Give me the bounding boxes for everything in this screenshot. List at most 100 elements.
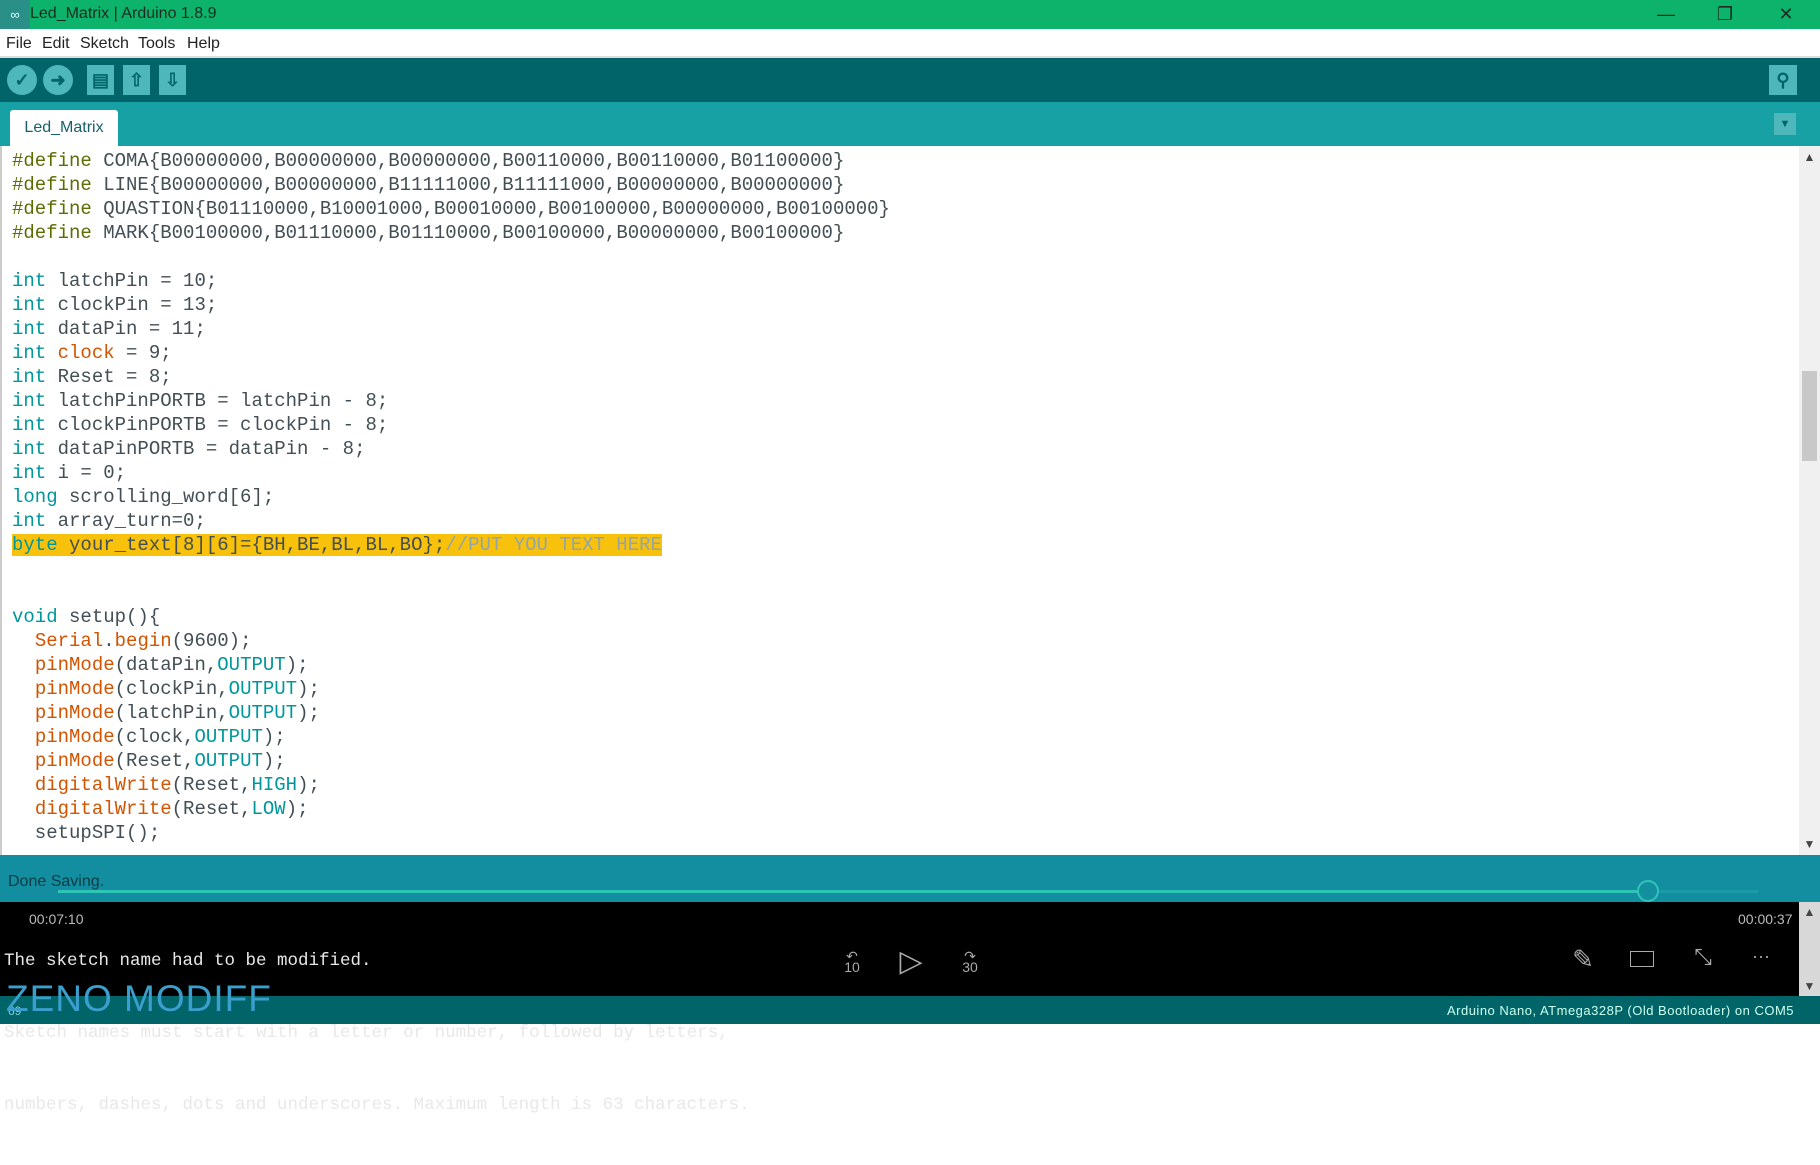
code-token: int — [12, 510, 47, 532]
code-token: long — [12, 486, 58, 508]
upload-button[interactable]: ➜ — [43, 65, 73, 95]
bottom-status-bar: 69 Arduino Nano, ATmega328P (Old Bootloa… — [0, 996, 1820, 1024]
status-message: Done Saving. — [8, 873, 105, 890]
code-token: pinMode — [34, 654, 115, 676]
code-line: void setup(){ — [12, 605, 890, 629]
code-line: #define COMA{B00000000,B00000000,B000000… — [12, 149, 890, 173]
code-token: Reset = 8; — [46, 366, 172, 388]
console-line: numbers, dashes, dots and underscores. M… — [4, 1095, 750, 1115]
close-button[interactable]: ✕ — [1766, 2, 1806, 27]
video-progress-bar[interactable] — [58, 890, 1758, 893]
tab-led-matrix[interactable]: Led_Matrix — [10, 110, 118, 146]
skip-forward-label: 30 — [962, 959, 978, 975]
console-scrollbar[interactable]: ▲ ▼ — [1799, 902, 1820, 996]
save-button[interactable]: ⇩ — [159, 65, 186, 95]
code-token: byte — [12, 534, 58, 556]
video-elapsed-time: 00:07:10 — [29, 911, 84, 927]
code-token: (Reset, — [171, 798, 252, 820]
code-line: int clockPin = 13; — [12, 293, 890, 317]
mini-player-icon[interactable] — [1630, 951, 1654, 967]
code-line-highlighted: byte your_text[8][6]={BH,BE,BL,BL,BO};//… — [12, 533, 890, 557]
code-line: int clock = 9; — [12, 341, 890, 365]
video-progress-fill — [58, 890, 1648, 893]
code-line: Serial.begin(9600); — [12, 629, 890, 653]
code-line: pinMode(clockPin,OUTPUT); — [12, 677, 890, 701]
pencil-icon[interactable]: ✎ — [1568, 944, 1598, 975]
code-editor[interactable]: #define COMA{B00000000,B00000000,B000000… — [0, 146, 1799, 855]
new-button[interactable]: ▤ — [87, 65, 114, 95]
code-token: setup(){ — [57, 606, 161, 628]
code-token: (Reset, — [114, 750, 195, 772]
code-line: #define MARK{B00100000,B01110000,B011100… — [12, 221, 890, 245]
code-line: pinMode(latchPin,OUTPUT); — [12, 701, 890, 725]
exit-fullscreen-icon[interactable]: ⤡ — [1688, 944, 1718, 970]
code-token: HIGH — [251, 774, 298, 796]
skip-back-button[interactable]: ↶ 10 — [836, 948, 868, 975]
video-progress-knob[interactable] — [1636, 880, 1659, 902]
code-token: int — [12, 438, 47, 460]
code-token: int — [12, 390, 47, 412]
code-token: int — [12, 294, 47, 316]
skip-forward-button[interactable]: ↷ 30 — [954, 948, 986, 975]
code-token: ); — [285, 654, 309, 676]
code-line: #define LINE{B00000000,B00000000,B111110… — [12, 173, 890, 197]
serial-monitor-button[interactable]: ⚲ — [1769, 65, 1797, 95]
code-line: int clockPinPORTB = clockPin - 8; — [12, 413, 890, 437]
code-token: int — [12, 342, 47, 364]
verify-button[interactable]: ✓ — [7, 65, 37, 95]
menu-bar: File Edit Sketch Tools Help — [0, 29, 1820, 58]
code-token: #define — [12, 150, 92, 172]
menu-file[interactable]: File — [6, 35, 32, 53]
open-button[interactable]: ⇧ — [123, 65, 150, 95]
code-token: dataPinPORTB = dataPin - 8; — [46, 438, 366, 460]
code-token: (dataPin, — [114, 654, 218, 676]
play-button[interactable]: ▷ — [896, 944, 926, 979]
code-token: //PUT YOU TEXT HERE — [445, 534, 662, 556]
code-token: = 9; — [114, 342, 172, 364]
code-line: pinMode(clock,OUTPUT); — [12, 725, 890, 749]
minimize-button[interactable]: — — [1646, 2, 1686, 27]
menu-sketch[interactable]: Sketch — [80, 35, 129, 53]
code-line: int latchPin = 10; — [12, 269, 890, 293]
code-token: ); — [297, 774, 320, 796]
code-token: int — [12, 318, 47, 340]
scroll-down-icon[interactable]: ▼ — [1799, 979, 1820, 993]
tab-menu-button[interactable]: ▼ — [1774, 113, 1796, 135]
code-token: begin — [114, 630, 172, 652]
scroll-up-icon[interactable]: ▲ — [1799, 905, 1820, 919]
arduino-logo-icon: ∞ — [0, 0, 30, 29]
menu-edit[interactable]: Edit — [42, 35, 70, 53]
code-token: MARK{B00100000,B01110000,B01110000,B0010… — [91, 222, 845, 244]
code-token: clockPinPORTB = clockPin - 8; — [46, 414, 389, 436]
code-line: setupSPI(); — [12, 821, 890, 845]
code-token: int — [12, 270, 47, 292]
code-line: int array_turn=0; — [12, 509, 890, 533]
code-token: latchPin = 10; — [46, 270, 218, 292]
scroll-down-icon[interactable]: ▼ — [1799, 837, 1820, 851]
code-token: #define — [12, 222, 92, 244]
code-token: OUTPUT — [194, 750, 263, 772]
code-token: your_text[8][6]={BH,BE,BL,BL,BO}; — [57, 534, 446, 556]
menu-tools[interactable]: Tools — [138, 35, 175, 53]
code-token: pinMode — [34, 726, 115, 748]
code-token: int — [12, 414, 47, 436]
toolbar: ✓ ➜ ▤ ⇧ ⇩ ⚲ — [0, 58, 1820, 102]
code-token: (9600); — [171, 630, 252, 652]
scrollbar-thumb[interactable] — [1802, 371, 1817, 461]
menu-help[interactable]: Help — [187, 35, 220, 53]
restore-button[interactable]: ❐ — [1705, 2, 1745, 27]
code-line: #define QUASTION{B01110000,B10001000,B00… — [12, 197, 890, 221]
code-line: digitalWrite(Reset,HIGH); — [12, 773, 890, 797]
editor-scrollbar[interactable]: ▲ ▼ — [1799, 146, 1820, 855]
code-token: #define — [12, 174, 92, 196]
scroll-up-icon[interactable]: ▲ — [1799, 150, 1820, 164]
more-options-button[interactable]: ··· — [1746, 946, 1776, 967]
